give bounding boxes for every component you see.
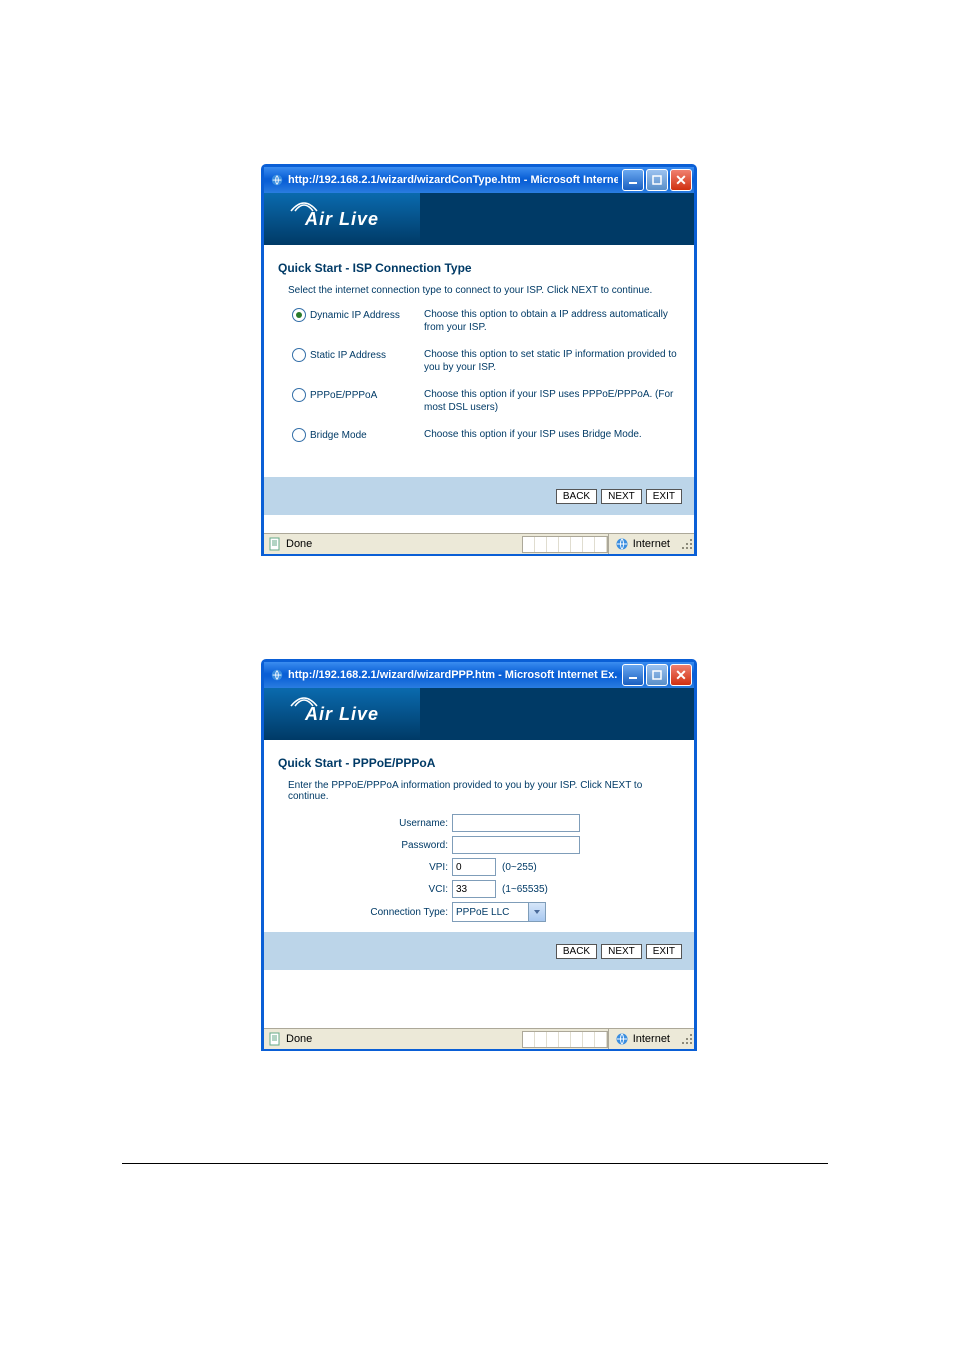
option-label: Static IP Address <box>310 350 386 361</box>
option-desc: Choose this option to obtain a IP addres… <box>424 308 680 334</box>
back-button[interactable]: BACK <box>556 489 597 504</box>
label-conntype: Connection Type: <box>278 907 452 918</box>
back-button[interactable]: BACK <box>556 944 597 959</box>
chevron-down-icon[interactable] <box>528 903 545 921</box>
progress-cells <box>522 1031 608 1048</box>
next-button[interactable]: NEXT <box>601 944 642 959</box>
conntype-select[interactable]: PPPoE LLC <box>452 902 546 922</box>
option-label: Dynamic IP Address <box>310 310 400 321</box>
option-bridge[interactable]: Bridge Mode Choose this option if your I… <box>292 428 680 442</box>
vci-input[interactable] <box>452 880 496 898</box>
resize-grip-icon[interactable] <box>680 1032 694 1046</box>
radio-icon[interactable] <box>292 428 306 442</box>
option-desc: Choose this option if your ISP uses Brid… <box>424 428 680 441</box>
status-text: Done <box>286 1033 312 1045</box>
zone-text: Internet <box>633 538 670 550</box>
instruction-text: Enter the PPPoE/PPPoA information provid… <box>288 780 680 802</box>
option-desc: Choose this option to set static IP info… <box>424 348 680 374</box>
ie-favicon-icon <box>270 173 284 187</box>
vpi-input[interactable] <box>452 858 496 876</box>
password-input[interactable] <box>452 836 580 854</box>
page-icon <box>268 1032 282 1046</box>
vpi-hint: (0~255) <box>502 862 537 873</box>
logo-band: Air Live <box>264 688 694 740</box>
browser-window-pppoe: http://192.168.2.1/wizard/wizardPPP.htm … <box>261 659 697 1051</box>
option-pppoe[interactable]: PPPoE/PPPoA Choose this option if your I… <box>292 388 680 414</box>
status-bar: Done Internet <box>264 1028 694 1049</box>
close-button[interactable]: ✕ <box>670 664 692 686</box>
page-icon <box>268 537 282 551</box>
resize-grip-icon[interactable] <box>680 537 694 551</box>
logo: Air Live <box>264 193 420 245</box>
username-input[interactable] <box>452 814 580 832</box>
option-dynamic-ip[interactable]: Dynamic IP Address Choose this option to… <box>292 308 680 334</box>
maximize-button[interactable] <box>646 664 668 686</box>
row-vci: VCI: (1~65535) <box>278 880 680 898</box>
label-vci: VCI: <box>278 884 452 895</box>
zone-internet-icon <box>615 537 629 551</box>
exit-button[interactable]: EXIT <box>646 944 682 959</box>
window-title: http://192.168.2.1/wizard/wizardPPP.htm … <box>288 669 618 681</box>
row-vpi: VPI: (0~255) <box>278 858 680 876</box>
maximize-button[interactable] <box>646 169 668 191</box>
label-username: Username: <box>278 818 452 829</box>
instruction-text: Select the internet connection type to c… <box>288 285 680 296</box>
option-desc: Choose this option if your ISP uses PPPo… <box>424 388 680 414</box>
status-bar: Done Internet <box>264 533 694 554</box>
radio-icon[interactable] <box>292 348 306 362</box>
zone-text: Internet <box>633 1033 670 1045</box>
select-value: PPPoE LLC <box>453 903 528 921</box>
label-password: Password: <box>278 840 452 851</box>
status-text: Done <box>286 538 312 550</box>
zone-internet-icon <box>615 1032 629 1046</box>
ie-favicon-icon <box>270 668 284 682</box>
window-title: http://192.168.2.1/wizard/wizardConType.… <box>288 174 618 186</box>
row-conntype: Connection Type: PPPoE LLC <box>278 902 680 922</box>
logo-band: Air Live <box>264 193 694 245</box>
page-heading: Quick Start - PPPoE/PPPoA <box>278 756 680 770</box>
option-label: PPPoE/PPPoA <box>310 390 377 401</box>
exit-button[interactable]: EXIT <box>646 489 682 504</box>
minimize-button[interactable] <box>622 664 644 686</box>
titlebar[interactable]: http://192.168.2.1/wizard/wizardPPP.htm … <box>264 662 694 688</box>
option-label: Bridge Mode <box>310 430 367 441</box>
option-static-ip[interactable]: Static IP Address Choose this option to … <box>292 348 680 374</box>
next-button[interactable]: NEXT <box>601 489 642 504</box>
radio-icon[interactable] <box>292 388 306 402</box>
radio-icon[interactable] <box>292 308 306 322</box>
logo: Air Live <box>264 688 420 740</box>
minimize-button[interactable] <box>622 169 644 191</box>
row-password: Password: <box>278 836 680 854</box>
page-footer-rule <box>122 1163 828 1164</box>
page-heading: Quick Start - ISP Connection Type <box>278 261 680 275</box>
titlebar[interactable]: http://192.168.2.1/wizard/wizardConType.… <box>264 167 694 193</box>
browser-window-isp-type: http://192.168.2.1/wizard/wizardConType.… <box>261 164 697 556</box>
button-bar: BACK NEXT EXIT <box>264 932 694 970</box>
close-button[interactable]: ✕ <box>670 169 692 191</box>
vci-hint: (1~65535) <box>502 884 548 895</box>
row-username: Username: <box>278 814 680 832</box>
label-vpi: VPI: <box>278 862 452 873</box>
progress-cells <box>522 536 608 553</box>
button-bar: BACK NEXT EXIT <box>264 477 694 515</box>
